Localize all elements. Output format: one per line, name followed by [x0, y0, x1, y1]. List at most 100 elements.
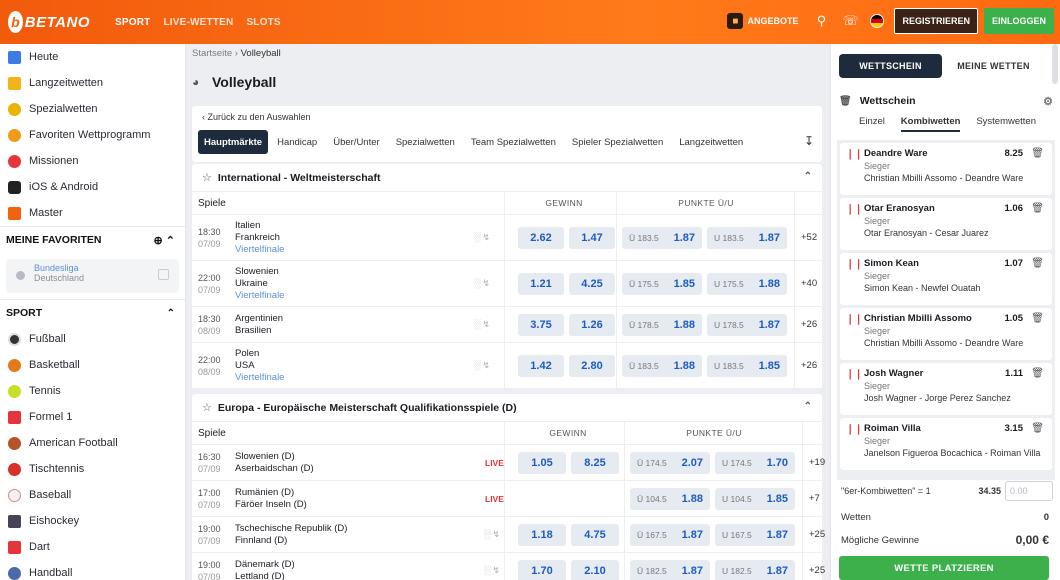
match-teams[interactable]: Dänemark (D) Lettland (D): [235, 559, 295, 580]
odd-home-button[interactable]: 1.05: [518, 452, 566, 474]
sidebar-item-handball[interactable]: Handball: [0, 560, 185, 580]
stats-icon[interactable]: ░↯: [474, 232, 492, 243]
trash-icon[interactable]: 🗑: [1031, 368, 1044, 379]
over-button[interactable]: Ü 175.5 1.85: [622, 273, 702, 295]
over-button[interactable]: Ü 167.5 1.87: [630, 524, 710, 546]
trash-icon[interactable]: 🗑: [1031, 258, 1044, 269]
tab-handicap[interactable]: Handicap: [270, 130, 324, 154]
star-icon[interactable]: ☆: [202, 171, 212, 184]
over-button[interactable]: Ü 178.5 1.88: [622, 314, 702, 336]
more-markets-link[interactable]: +26: [801, 319, 817, 330]
competition-header[interactable]: ☆ Europa - Europäische Meisterschaft Qual…: [192, 394, 822, 422]
stake-input[interactable]: 0.00: [1005, 481, 1053, 501]
german-flag-icon[interactable]: [870, 14, 885, 28]
odd-away-button[interactable]: 1.26: [569, 314, 615, 336]
match-teams[interactable]: Argentinien Brasilien: [235, 313, 283, 337]
under-button[interactable]: U 182.5 1.87: [715, 560, 795, 580]
sidebar-item-missionen[interactable]: Missionen: [0, 148, 185, 174]
star-icon[interactable]: ☆: [202, 401, 212, 414]
chevron-up-icon[interactable]: ⌃: [804, 401, 812, 412]
betslip-selection[interactable]: ❘❘ Deandre Ware 8.25 🗑 Sieger Christian Mbill…: [840, 143, 1052, 195]
under-button[interactable]: U 104.5 1.85: [715, 488, 795, 510]
nav-sport[interactable]: SPORT: [115, 17, 150, 28]
sidebar-item-tennis[interactable]: Tennis: [0, 378, 185, 404]
odd-away-button[interactable]: 2.80: [569, 355, 615, 377]
betslip-selection[interactable]: ❘❘ Otar Eranosyan 1.06 🗑 Sieger Otar Eranosya…: [840, 198, 1052, 250]
match-row[interactable]: 18:30 08/09 Argentinien Brasilien ░↯ 3.75 1.26…: [192, 307, 822, 343]
sidebar-item-formel-1[interactable]: Formel 1: [0, 404, 185, 430]
more-markets-link[interactable]: +52: [801, 232, 817, 243]
over-button[interactable]: Ü 183.5 1.87: [622, 227, 702, 249]
more-markets-link[interactable]: +25: [809, 529, 825, 540]
back-link[interactable]: ‹ Zurück zu den Auswahlen: [202, 112, 311, 122]
tab-ueber-unter[interactable]: Über/Unter: [326, 130, 386, 154]
match-row[interactable]: 22:00 07/09 Slowenien Ukraine Viertelfinale ░…: [192, 261, 822, 307]
odd-home-button[interactable]: 1.70: [518, 560, 566, 580]
search-icon[interactable]: ⚲: [814, 13, 828, 29]
stats-icon[interactable]: ░↯: [474, 360, 492, 371]
under-button[interactable]: U 167.5 1.87: [715, 524, 795, 546]
scrollbar[interactable]: [1052, 44, 1058, 84]
sidebar-item-langzeitwetten[interactable]: Langzeitwetten: [0, 70, 185, 96]
under-button[interactable]: U 183.5 1.87: [707, 227, 787, 249]
betslip-selection[interactable]: ❘❘ Christian Mbilli Assomo 1.05 🗑 Sieger Chri…: [840, 308, 1052, 360]
tab-kombiwetten[interactable]: Kombiwetten: [900, 116, 961, 132]
odd-away-button[interactable]: 2.10: [571, 560, 619, 580]
favorite-item[interactable]: Bundesliga Deutschland: [6, 259, 179, 293]
sidebar-item-favoriten-wettprogramm[interactable]: Favoriten Wettprogramm: [0, 122, 185, 148]
match-row[interactable]: 18:30 07/09 Italien Frankreich Viertelfinale…: [192, 215, 822, 261]
trash-icon[interactable]: 🗑: [1031, 148, 1044, 159]
odd-home-button[interactable]: 1.42: [518, 355, 564, 377]
tab-systemwetten[interactable]: Systemwetten: [976, 116, 1036, 132]
tab-wettschein[interactable]: WETTSCHEIN: [839, 54, 942, 78]
odd-home-button[interactable]: 1.21: [518, 273, 564, 295]
betslip-selection[interactable]: ❘❘ Roiman Villa 3.15 🗑 Sieger Janelson Figuer…: [840, 418, 1052, 470]
nav-live-wetten[interactable]: LIVE-WETTEN: [163, 17, 233, 28]
over-button[interactable]: Ü 104.5 1.88: [630, 488, 710, 510]
place-bet-button[interactable]: WETTE PLATZIEREN: [839, 556, 1049, 580]
match-row[interactable]: 19:00 07/09 Tschechische Republik (D) Finnl…: [192, 517, 825, 553]
match-teams[interactable]: Italien Frankreich Viertelfinale: [235, 220, 284, 256]
support-icon[interactable]: ☏: [842, 13, 858, 29]
sidebar-item-heute[interactable]: Heute: [0, 44, 185, 70]
tab-spieler-spezialwetten[interactable]: Spieler Spezialwetten: [565, 130, 670, 154]
match-row[interactable]: 16:30 07/09 Slowenien (D) Aserbaidschan (D)…: [192, 445, 825, 481]
match-teams[interactable]: Rumänien (D) Färöer Inseln (D): [235, 487, 307, 511]
under-button[interactable]: U 175.5 1.88: [707, 273, 787, 295]
match-row[interactable]: 22:00 08/09 Polen USA Viertelfinale ░↯ 1.42 2.8…: [192, 343, 822, 389]
over-button[interactable]: Ü 174.5 2.07: [630, 452, 710, 474]
trash-icon[interactable]: 🗑: [1031, 423, 1044, 434]
match-teams[interactable]: Slowenien (D) Aserbaidschan (D): [235, 451, 314, 475]
chevron-up-icon[interactable]: ⌃: [804, 171, 812, 182]
over-button[interactable]: Ü 182.5 1.87: [630, 560, 710, 580]
stats-icon[interactable]: ░↯: [474, 278, 492, 289]
match-row[interactable]: 17:00 07/09 Rumänien (D) Färöer Inseln (D) L…: [192, 481, 822, 517]
odd-away-button[interactable]: 1.47: [569, 227, 615, 249]
stats-icon[interactable]: ░↯: [484, 565, 502, 576]
chevron-up-icon[interactable]: ⌃: [167, 308, 175, 319]
tab-team-spezialwetten[interactable]: Team Spezialwetten: [464, 130, 563, 154]
sidebar-item-dart[interactable]: Dart: [0, 534, 185, 560]
nav-slots[interactable]: SLOTS: [246, 17, 280, 28]
competition-header[interactable]: ☆ International - Weltmeisterschaft ⌃: [192, 164, 822, 192]
betslip-selection[interactable]: ❘❘ Simon Kean 1.07 🗑 Sieger Simon Kean - Newf…: [840, 253, 1052, 305]
tab-meine-wetten[interactable]: MEINE WETTEN: [942, 54, 1045, 78]
odd-home-button[interactable]: 2.62: [518, 227, 564, 249]
login-button[interactable]: EINLOGGEN: [983, 8, 1054, 34]
under-button[interactable]: U 178.5 1.87: [707, 314, 787, 336]
sidebar-item-spezialwetten[interactable]: Spezialwetten: [0, 96, 185, 122]
register-button[interactable]: REGISTRIEREN: [894, 8, 978, 34]
sport-header[interactable]: SPORT ⌃: [0, 300, 185, 326]
favorites-header[interactable]: MEINE FAVORITEN ⊕ ⌃: [0, 227, 185, 253]
sidebar-item-baseball[interactable]: Baseball: [0, 482, 185, 508]
sidebar-item-eishockey[interactable]: Eishockey: [0, 508, 185, 534]
more-markets-link[interactable]: +26: [801, 360, 817, 371]
more-markets-link[interactable]: +19: [809, 457, 825, 468]
match-teams[interactable]: Tschechische Republik (D) Finnland (D): [235, 523, 347, 547]
trash-icon[interactable]: 🗑: [839, 96, 852, 107]
odd-away-button[interactable]: 8.25: [571, 452, 619, 474]
tab-einzel[interactable]: Einzel: [859, 116, 885, 132]
under-button[interactable]: U 183.5 1.85: [707, 355, 787, 377]
sidebar-item-basketball[interactable]: Basketball: [0, 352, 185, 378]
match-teams[interactable]: Slowenien Ukraine Viertelfinale: [235, 266, 284, 302]
